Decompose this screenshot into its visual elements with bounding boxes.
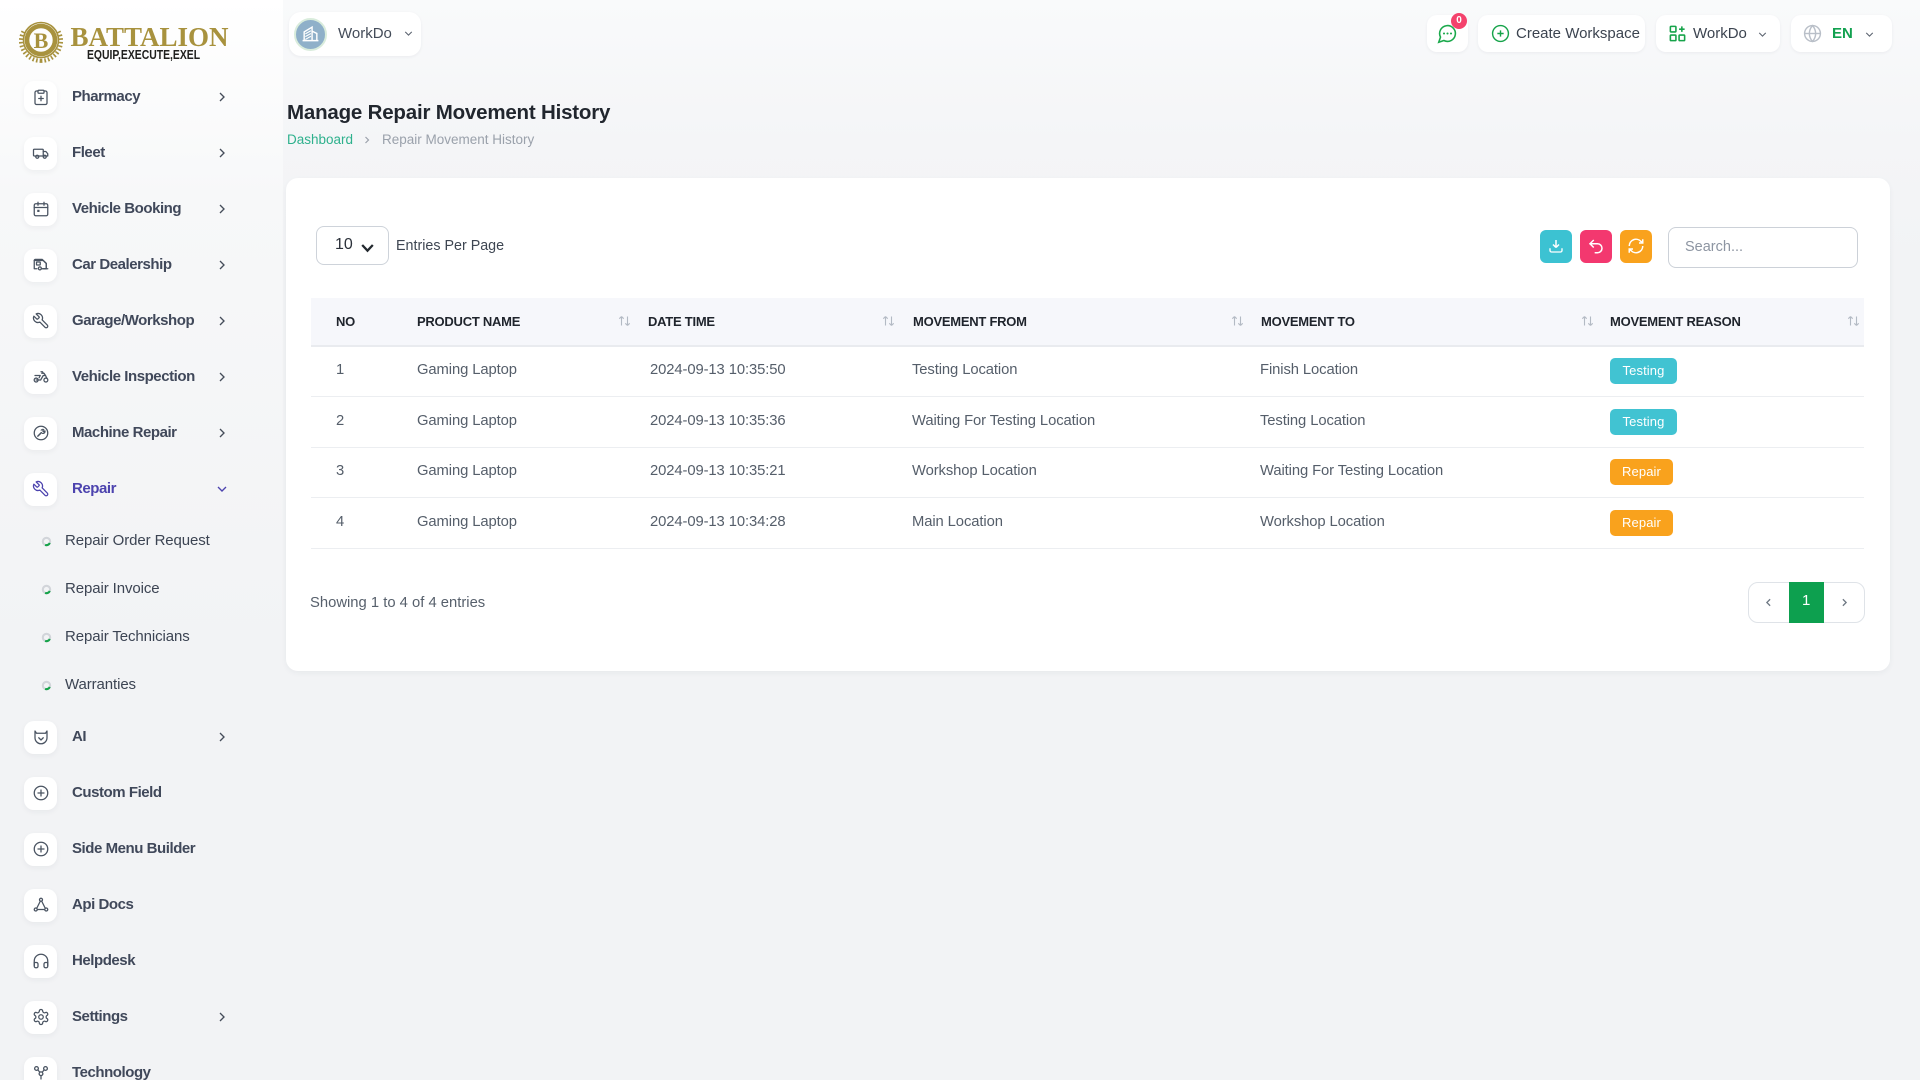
svg-text:B: B [34,28,49,53]
